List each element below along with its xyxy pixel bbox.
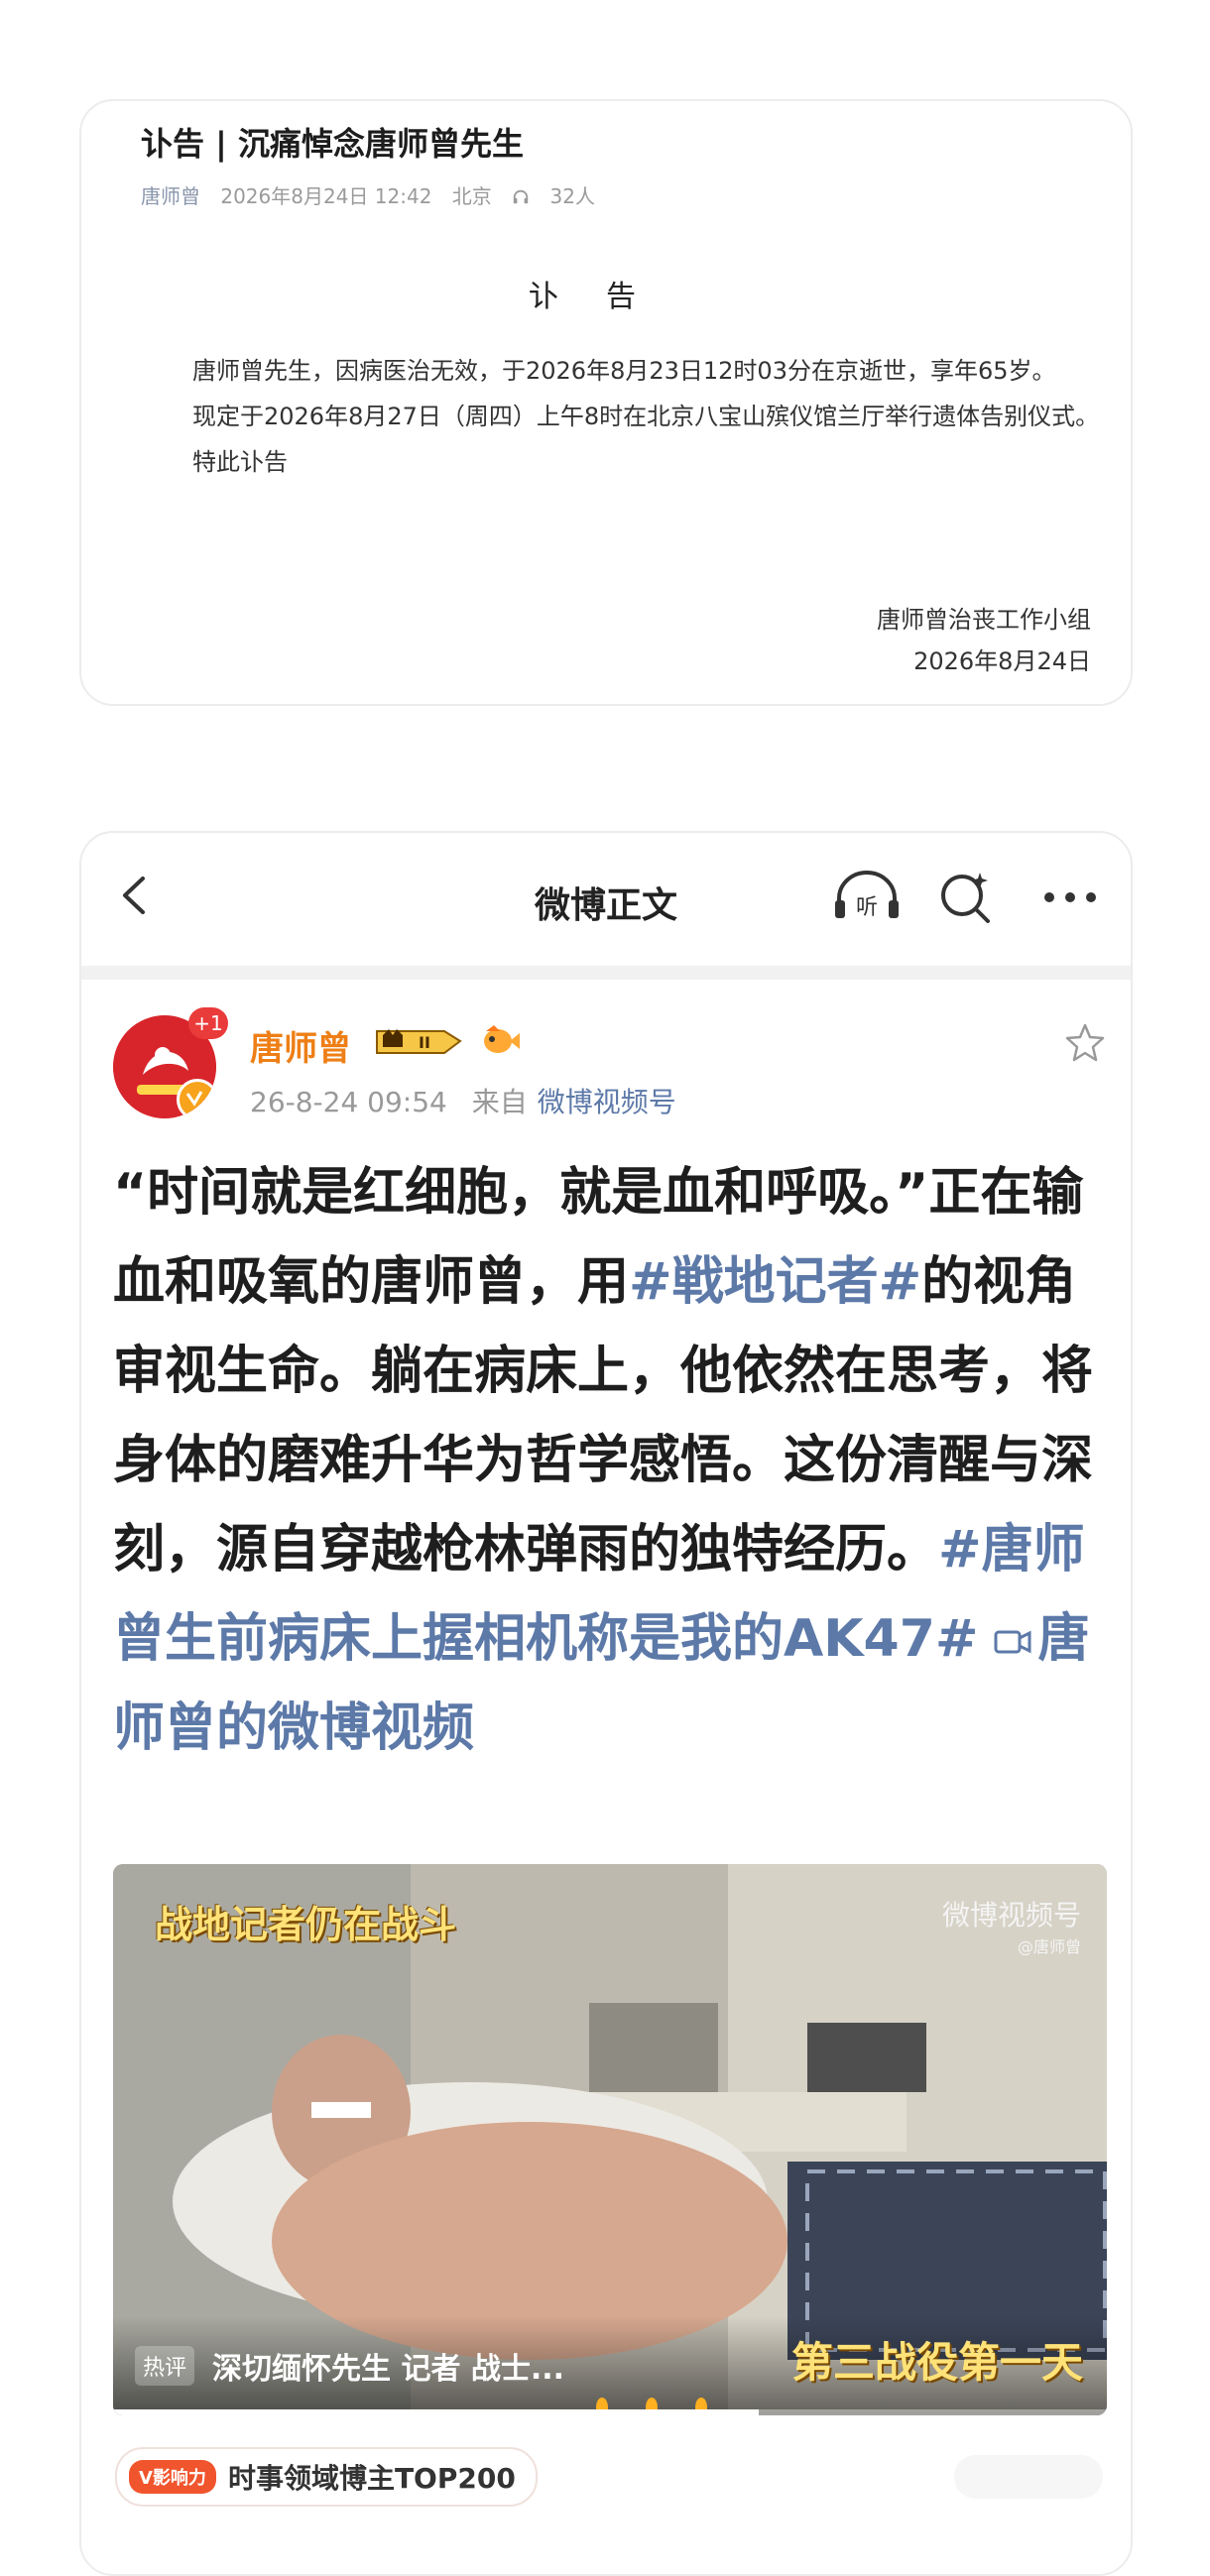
obituary-signature-org: 唐师曾治丧工作小组 bbox=[877, 606, 1091, 634]
svg-text:听: 听 bbox=[856, 895, 878, 920]
obituary-card: 讣告 | 沉痛悼念唐师曾先生 唐师曾 2026年8月24日 12:42 北京 3… bbox=[79, 99, 1133, 706]
avatar-plus-badge: +1 bbox=[188, 1007, 228, 1039]
source-prefix: 来自 bbox=[471, 1086, 528, 1118]
post-meta: 26-8-24 09:54 来自 微博视频号 bbox=[250, 1081, 676, 1120]
obituary-listeners: 32人 bbox=[549, 184, 595, 208]
watermark-text: 微博视频号 bbox=[941, 1899, 1081, 1932]
obituary-heading: 讣告 bbox=[529, 280, 683, 314]
video-caption-top: 战地记者仍在战斗 bbox=[155, 1903, 457, 1946]
post-time: 26-8-24 09:54 bbox=[250, 1086, 447, 1118]
username[interactable]: 唐师曾 bbox=[250, 1021, 351, 1070]
obituary-closing: 特此讣告 bbox=[192, 448, 288, 476]
search-icon[interactable] bbox=[936, 869, 994, 926]
video-progress-bar[interactable] bbox=[113, 2409, 1107, 2415]
listen-icon[interactable]: 听 bbox=[831, 869, 903, 926]
verified-badge-icon bbox=[177, 1079, 216, 1118]
hashtag-link[interactable]: #戦地记者# bbox=[629, 1252, 921, 1312]
obituary-datetime: 2026年8月24日 12:42 bbox=[220, 184, 432, 208]
influence-text: 时事领域博主TOP200 bbox=[227, 2462, 516, 2495]
obituary-body: 唐师曾先生，因病医治无效，于2026年8月23日12时03分在京逝世，享年65岁… bbox=[141, 351, 1131, 488]
obituary-meta: 唐师曾 2026年8月24日 12:42 北京 32人 bbox=[141, 180, 609, 209]
video-watermark: 微博视频号 @唐师曾 bbox=[942, 1894, 1081, 1957]
obituary-title: 讣告 | 沉痛悼念唐师曾先生 bbox=[141, 125, 524, 163]
hot-comment-label: 热评 bbox=[135, 2346, 195, 2386]
video-progress-fill bbox=[113, 2409, 760, 2415]
rank-level: II bbox=[419, 1033, 430, 1052]
influence-pill: V影响力 bbox=[129, 2460, 216, 2494]
video-player[interactable]: 战地记者仍在战斗 微博视频号 @唐师曾 热评 深切缅怀先生 记者 战士... 第三… bbox=[113, 1864, 1107, 2415]
obituary-signature: 唐师曾治丧工作小组 2026年8月24日 bbox=[877, 599, 1091, 682]
obituary-location: 北京 bbox=[451, 184, 492, 208]
video-caption-bottom: 第三战役第一天 bbox=[790, 2338, 1083, 2387]
follow-button[interactable] bbox=[954, 2455, 1103, 2499]
obituary-paragraph: 现定于2026年8月27日（周四）上午8时在北京八宝山殡仪馆兰厅举行遗体告别仪式… bbox=[192, 403, 1100, 430]
video-link-icon[interactable] bbox=[978, 1609, 1037, 1669]
headphone-icon bbox=[512, 184, 536, 208]
more-options-icon[interactable] bbox=[1039, 869, 1101, 926]
influence-badge[interactable]: V影响力 时事领域博主TOP200 bbox=[115, 2447, 538, 2507]
watermark-sub: @唐师曾 bbox=[1017, 1937, 1081, 1956]
top-navigation-bar: 微博正文 听 bbox=[81, 833, 1131, 960]
favorite-star-icon[interactable] bbox=[1063, 1021, 1107, 1065]
fish-badge-icon bbox=[480, 1021, 522, 1061]
divider bbox=[81, 966, 1131, 980]
crown-rank-icon: II bbox=[375, 1023, 474, 1059]
weibo-post-card: 微博正文 听 +1 唐师曾 II 26-8-24 09:54 来自 微博视频号 “… bbox=[79, 831, 1133, 2576]
obituary-signature-date: 2026年8月24日 bbox=[913, 647, 1091, 675]
obituary-author[interactable]: 唐师曾 bbox=[141, 184, 200, 208]
obituary-paragraph: 唐师曾先生，因病医治无效，于2026年8月23日12时03分在京逝世，享年65岁… bbox=[192, 357, 1056, 385]
post-text: “时间就是红细胞，就是血和呼吸。”正在输血和吸氧的唐师曾，用#戦地记者#的视角审… bbox=[113, 1148, 1105, 1773]
hot-comment-text[interactable]: 深切缅怀先生 记者 战士... bbox=[212, 2344, 564, 2388]
post-source[interactable]: 微博视频号 bbox=[538, 1086, 676, 1118]
